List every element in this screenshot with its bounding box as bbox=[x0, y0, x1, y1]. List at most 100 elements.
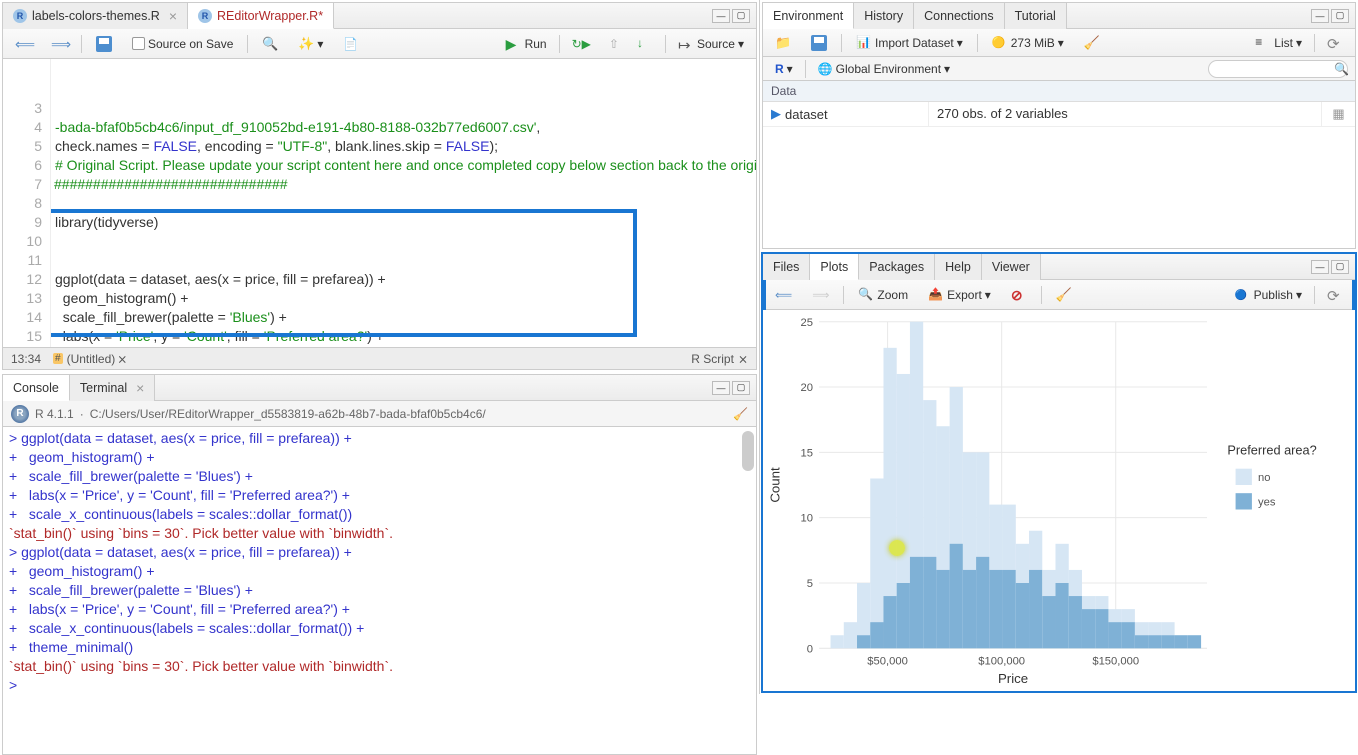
maximize-pane-button[interactable]: ▢ bbox=[732, 381, 750, 395]
close-icon[interactable]: × bbox=[136, 380, 144, 396]
remove-plot-button[interactable] bbox=[1005, 284, 1033, 306]
expand-icon[interactable]: ▶ bbox=[771, 106, 781, 122]
tab-labels-colors-themes[interactable]: R labels-colors-themes.R × bbox=[3, 3, 188, 29]
save-icon bbox=[811, 35, 827, 51]
maximize-pane-button[interactable]: ▢ bbox=[1331, 9, 1349, 23]
editor-body[interactable]: 3456789101112131415 -bada-bfaf0b5cb4c6/i… bbox=[3, 59, 756, 347]
tab-history[interactable]: History bbox=[854, 3, 914, 29]
environment-scope-selector[interactable]: 🌐Global Environment ▾ bbox=[812, 59, 956, 79]
clear-workspace-button[interactable] bbox=[1078, 32, 1106, 54]
wand-icon bbox=[298, 36, 314, 52]
scrollbar[interactable] bbox=[742, 431, 754, 471]
code-area[interactable]: -bada-bfaf0b5cb4c6/input_df_910052bd-e19… bbox=[51, 59, 756, 347]
go-down-button[interactable] bbox=[631, 33, 659, 55]
broom-icon bbox=[1084, 35, 1100, 51]
clear-console-icon[interactable]: 🧹 bbox=[733, 407, 748, 421]
source-on-save-toggle[interactable]: Source on Save bbox=[126, 34, 239, 54]
object-description: 270 obs. of 2 variables bbox=[928, 102, 1321, 126]
svg-text:yes: yes bbox=[1258, 497, 1276, 509]
publish-icon bbox=[1235, 287, 1251, 303]
memory-icon bbox=[992, 35, 1008, 51]
svg-text:25: 25 bbox=[801, 317, 813, 329]
broom-icon bbox=[1056, 287, 1072, 303]
env-toolbar: Import Dataset ▾ 273 MiB ▾ List ▾ bbox=[763, 29, 1355, 57]
zoom-icon bbox=[858, 287, 874, 303]
env-search-input[interactable] bbox=[1208, 60, 1348, 78]
rerun-button[interactable]: ↻▶ bbox=[566, 34, 597, 54]
refresh-button[interactable] bbox=[1321, 32, 1349, 54]
load-workspace-button[interactable] bbox=[769, 32, 797, 54]
publish-button[interactable]: Publish ▾ bbox=[1229, 284, 1308, 306]
code-tools-button[interactable]: ▾ bbox=[292, 33, 329, 55]
file-type-selector[interactable]: R Script bbox=[691, 352, 734, 366]
svg-text:Preferred area?: Preferred area? bbox=[1227, 443, 1316, 458]
arrow-down-icon bbox=[637, 36, 653, 52]
tab-viewer[interactable]: Viewer bbox=[982, 254, 1041, 280]
plot-canvas[interactable]: 0510152025$50,000$100,000$150,000PriceCo… bbox=[763, 310, 1355, 691]
minimize-pane-button[interactable]: — bbox=[712, 9, 730, 23]
clear-plots-button[interactable] bbox=[1050, 284, 1078, 306]
zoom-button[interactable]: Zoom bbox=[852, 284, 914, 306]
environment-pane: Environment History Connections Tutorial… bbox=[762, 2, 1356, 249]
editor-statusbar: 13:34 # (Untitled) ⨯ R Script ⨯ bbox=[3, 347, 756, 369]
maximize-pane-button[interactable]: ▢ bbox=[732, 9, 750, 23]
tab-help[interactable]: Help bbox=[935, 254, 982, 280]
working-directory[interactable]: C:/Users/User/REditorWrapper_d5583819-a6… bbox=[90, 407, 486, 421]
export-button[interactable]: Export ▾ bbox=[922, 284, 997, 306]
r-version: R 4.1.1 bbox=[35, 407, 74, 421]
svg-text:20: 20 bbox=[801, 382, 813, 394]
minimize-pane-button[interactable]: — bbox=[712, 381, 730, 395]
close-icon[interactable]: × bbox=[169, 8, 177, 24]
save-workspace-button[interactable] bbox=[805, 32, 833, 54]
search-icon: 🔍 bbox=[1334, 62, 1349, 76]
section-selector[interactable]: ⨯ bbox=[117, 352, 127, 366]
view-mode-selector[interactable]: List ▾ bbox=[1249, 32, 1308, 54]
editor-tabbar: R labels-colors-themes.R × R REditorWrap… bbox=[3, 3, 756, 29]
editor-toolbar: Source on Save ▾ 📄 Run ↻▶ ⇧ Source ▾ bbox=[3, 29, 756, 59]
run-icon bbox=[506, 36, 522, 52]
tab-environment[interactable]: Environment bbox=[763, 3, 854, 29]
r-file-icon: R bbox=[13, 9, 27, 23]
compile-report-button[interactable]: 📄 bbox=[337, 34, 364, 54]
env-row-dataset[interactable]: ▶dataset 270 obs. of 2 variables ▦ bbox=[763, 102, 1355, 127]
nav-back-button[interactable] bbox=[9, 33, 37, 55]
arrow-right-icon bbox=[51, 36, 67, 52]
section-name[interactable]: (Untitled) bbox=[67, 352, 116, 366]
import-dataset-button[interactable]: Import Dataset ▾ bbox=[850, 32, 969, 54]
env-tabbar: Environment History Connections Tutorial… bbox=[763, 3, 1355, 29]
run-button[interactable]: Run bbox=[500, 33, 553, 55]
go-up-button[interactable]: ⇧ bbox=[603, 34, 625, 54]
tab-terminal[interactable]: Terminal× bbox=[70, 375, 155, 401]
view-data-button[interactable]: ▦ bbox=[1321, 102, 1355, 126]
section-indicator-icon: # bbox=[53, 353, 63, 364]
save-button[interactable] bbox=[90, 33, 118, 55]
tab-plots[interactable]: Plots bbox=[810, 254, 859, 280]
language-selector[interactable]: R ▾ bbox=[769, 59, 799, 79]
maximize-pane-button[interactable]: ▢ bbox=[1331, 260, 1349, 274]
source-button[interactable]: Source ▾ bbox=[672, 33, 750, 55]
minimize-pane-button[interactable]: — bbox=[1311, 260, 1329, 274]
tab-console[interactable]: Console bbox=[3, 375, 70, 401]
line-gutter: 3456789101112131415 bbox=[3, 59, 51, 347]
console-output[interactable]: > ggplot(data = dataset, aes(x = price, … bbox=[3, 427, 756, 754]
nav-fwd-button[interactable] bbox=[45, 33, 73, 55]
tab-connections[interactable]: Connections bbox=[914, 3, 1005, 29]
plots-toolbar: ⟸ ⟹ Zoom Export ▾ Publish ▾ bbox=[763, 280, 1355, 310]
svg-text:$50,000: $50,000 bbox=[867, 656, 908, 668]
tab-packages[interactable]: Packages bbox=[859, 254, 935, 280]
plots-pane: Files Plots Packages Help Viewer —▢ ⟸ ⟹ … bbox=[762, 253, 1356, 692]
console-header: R R 4.1.1 · C:/Users/User/REditorWrapper… bbox=[3, 401, 756, 427]
tab-tutorial[interactable]: Tutorial bbox=[1005, 3, 1067, 29]
tab-label: labels-colors-themes.R bbox=[32, 9, 160, 23]
memory-usage[interactable]: 273 MiB ▾ bbox=[986, 32, 1070, 54]
prev-plot-button[interactable]: ⟸ bbox=[769, 285, 798, 305]
tab-files[interactable]: Files bbox=[763, 254, 810, 280]
find-button[interactable] bbox=[256, 33, 284, 55]
env-section-header: Data bbox=[763, 81, 1355, 102]
refresh-plot-button[interactable] bbox=[1321, 284, 1349, 306]
svg-text:15: 15 bbox=[801, 448, 813, 460]
tab-reditorwrapper[interactable]: R REditorWrapper.R* bbox=[188, 3, 334, 29]
next-plot-button[interactable]: ⟹ bbox=[806, 285, 835, 305]
save-icon bbox=[96, 36, 112, 52]
minimize-pane-button[interactable]: — bbox=[1311, 9, 1329, 23]
